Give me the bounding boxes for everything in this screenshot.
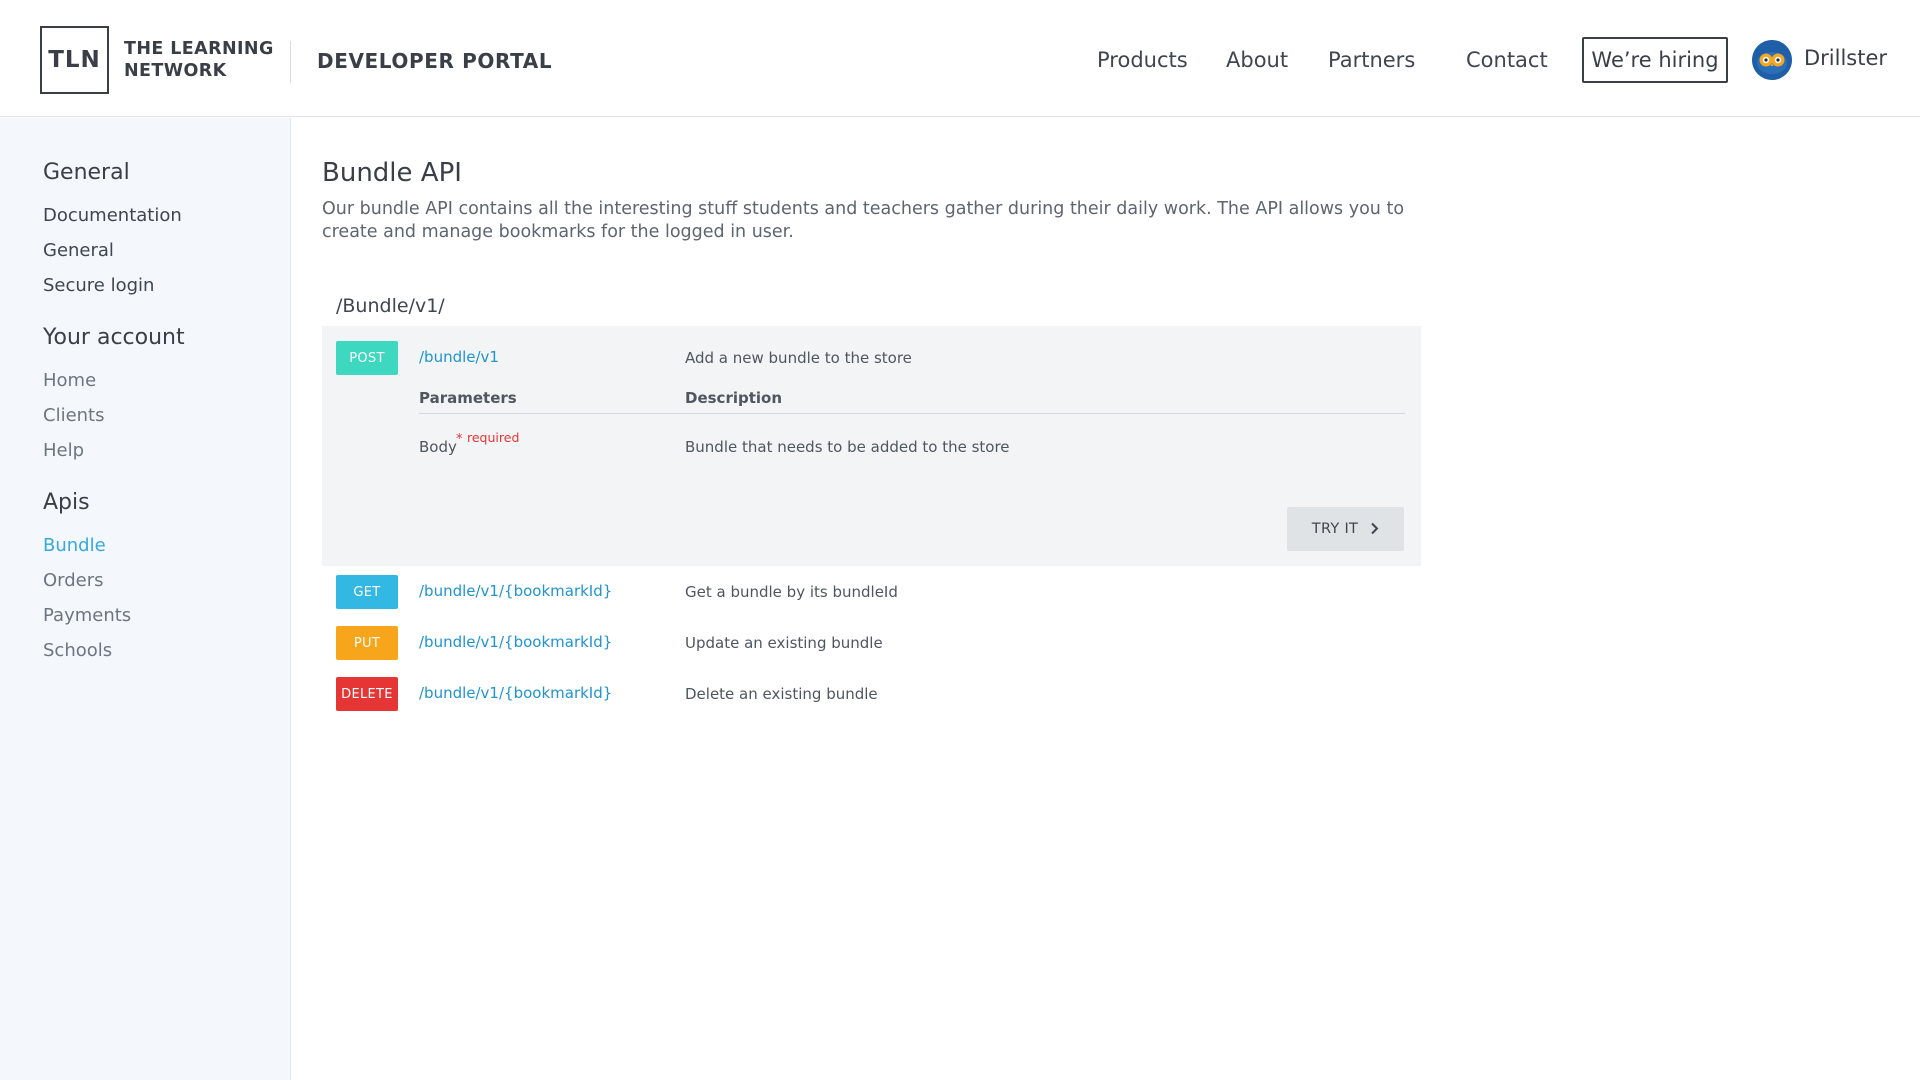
param-body-name: Body xyxy=(419,438,457,456)
sidebar-item-home[interactable]: Home xyxy=(43,370,96,391)
nav-about[interactable]: About xyxy=(1226,48,1288,72)
nav-contact[interactable]: Contact xyxy=(1466,48,1548,72)
post-method-badge[interactable]: POST xyxy=(336,341,398,375)
params-divider xyxy=(419,413,1405,414)
api-base-path: /Bundle/v1/ xyxy=(336,295,445,317)
delete-endpoint-description: Delete an existing bundle xyxy=(685,685,878,703)
delete-endpoint-path[interactable]: /bundle/v1/{bookmarkId} xyxy=(419,684,612,702)
owl-avatar-graphic xyxy=(1752,40,1792,80)
try-it-label: TRY IT xyxy=(1311,521,1359,537)
post-endpoint-description: Add a new bundle to the store xyxy=(685,349,912,367)
sidebar-item-general[interactable]: General xyxy=(43,240,114,261)
put-endpoint-description: Update an existing bundle xyxy=(685,634,883,652)
sidebar-item-schools[interactable]: Schools xyxy=(43,640,112,661)
hiring-button[interactable]: We’re hiring xyxy=(1582,37,1728,83)
params-column-parameters: Parameters xyxy=(419,389,517,407)
sidebar-item-documentation[interactable]: Documentation xyxy=(43,205,182,226)
portal-title: DEVELOPER PORTAL xyxy=(317,49,553,73)
param-body-description: Bundle that needs to be added to the sto… xyxy=(685,438,1010,456)
logo-wordmark: THE LEARNING NETWORK xyxy=(124,38,274,82)
post-endpoint-path[interactable]: /bundle/v1 xyxy=(419,348,499,366)
owl-icon[interactable] xyxy=(1752,40,1792,80)
tln-logo[interactable]: TLN THE LEARNING NETWORK xyxy=(40,26,274,94)
put-endpoint-path[interactable]: /bundle/v1/{bookmarkId} xyxy=(419,633,612,651)
sidebar-item-orders[interactable]: Orders xyxy=(43,570,104,591)
nav-partners[interactable]: Partners xyxy=(1328,48,1415,72)
get-endpoint-path[interactable]: /bundle/v1/{bookmarkId} xyxy=(419,582,612,600)
top-header: TLN THE LEARNING NETWORK DEVELOPER PORTA… xyxy=(0,0,1920,117)
sidebar-item-bundle[interactable]: Bundle xyxy=(43,535,106,556)
logo-line-2: NETWORK xyxy=(124,61,227,81)
sidebar-heading-apis: Apis xyxy=(43,490,90,515)
get-endpoint-description: Get a bundle by its bundleId xyxy=(685,583,898,601)
try-it-button[interactable]: TRY IT xyxy=(1287,507,1404,551)
logo-line-1: THE LEARNING xyxy=(124,39,274,59)
sidebar-item-help[interactable]: Help xyxy=(43,440,84,461)
nav-products[interactable]: Products xyxy=(1097,48,1188,72)
page-description: Our bundle API contains all the interest… xyxy=(322,199,1405,242)
sidebar xyxy=(0,118,291,1080)
get-method-badge[interactable]: GET xyxy=(336,575,398,609)
sidebar-heading-general: General xyxy=(43,160,130,185)
required-asterisk: * xyxy=(456,432,463,447)
sidebar-item-payments[interactable]: Payments xyxy=(43,605,131,626)
params-column-description: Description xyxy=(685,389,783,407)
put-method-badge[interactable]: PUT xyxy=(336,626,398,660)
chevron-right-icon xyxy=(1370,520,1379,539)
page-title: Bundle API xyxy=(322,158,462,188)
required-label: required xyxy=(467,430,520,445)
header-divider xyxy=(290,41,291,83)
user-name[interactable]: Drillster xyxy=(1804,46,1887,70)
sidebar-heading-your-account: Your account xyxy=(43,325,185,350)
sidebar-item-clients[interactable]: Clients xyxy=(43,405,105,426)
sidebar-item-secure-login[interactable]: Secure login xyxy=(43,275,154,296)
delete-method-badge[interactable]: DELETE xyxy=(336,677,398,711)
logo-mark: TLN xyxy=(40,26,109,94)
